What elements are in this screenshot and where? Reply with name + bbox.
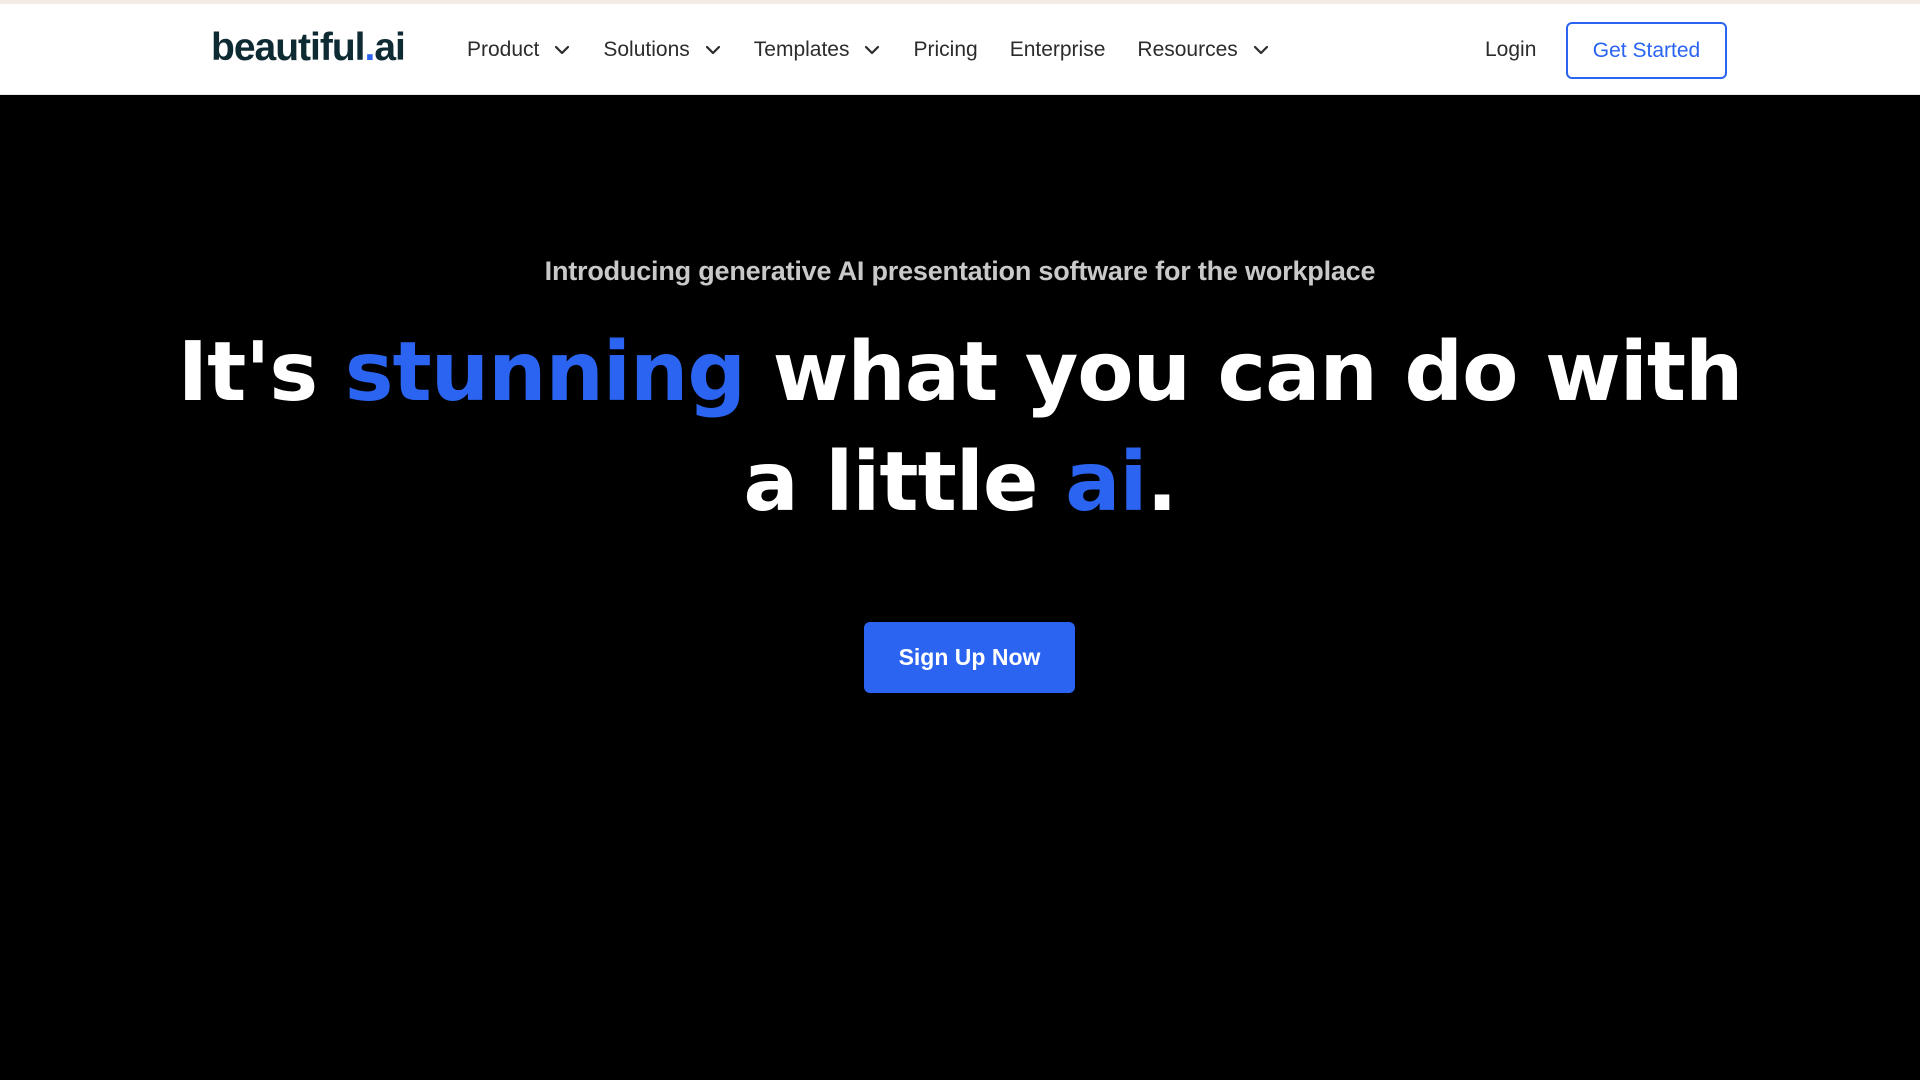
headline-text: what you can do with a little — [743, 325, 1743, 530]
logo[interactable]: beautiful.ai — [211, 24, 406, 72]
login-link[interactable]: Login — [1485, 4, 1536, 95]
sign-up-now-button[interactable]: Sign Up Now — [864, 622, 1075, 693]
main-nav: Product Solutions Templates Pricing Ente… — [467, 4, 1302, 95]
nav-item-label: Solutions — [603, 37, 690, 61]
page: beautiful.ai Product Solutions Templates — [0, 0, 1920, 1080]
headline-period: . — [1146, 435, 1178, 530]
hero-headline: It's stunning what you can do with a lit… — [160, 318, 1760, 538]
nav-item-label: Product — [467, 37, 540, 61]
chevron-down-icon — [863, 41, 881, 59]
nav-item-label: Pricing — [913, 37, 978, 61]
nav-item-solutions[interactable]: Solutions — [603, 38, 721, 62]
top-navbar: beautiful.ai Product Solutions Templates — [0, 4, 1920, 95]
headline-text: It's — [177, 325, 345, 420]
chevron-down-icon — [704, 41, 722, 59]
nav-item-templates[interactable]: Templates — [754, 38, 882, 62]
nav-item-label: Templates — [753, 37, 850, 61]
nav-item-label: Enterprise — [1009, 37, 1106, 61]
logo-text-suffix: ai — [374, 26, 406, 69]
chevron-down-icon — [553, 41, 571, 59]
logo-dot: . — [364, 26, 376, 69]
headline-accent-ai: ai — [1065, 435, 1147, 530]
hero-section: Introducing generative AI presentation s… — [0, 96, 1920, 1080]
get-started-button[interactable]: Get Started — [1566, 22, 1727, 79]
hero-subtitle: Introducing generative AI presentation s… — [544, 256, 1376, 286]
nav-item-enterprise[interactable]: Enterprise — [1010, 38, 1106, 62]
nav-item-pricing[interactable]: Pricing — [913, 38, 977, 62]
headline-accent-stunning: stunning — [344, 325, 746, 420]
nav-item-resources[interactable]: Resources — [1137, 38, 1269, 62]
nav-item-product[interactable]: Product — [467, 38, 571, 62]
chevron-down-icon — [1252, 41, 1270, 59]
logo-text-main: beautiful — [211, 26, 365, 69]
nav-item-label: Resources — [1137, 37, 1238, 61]
